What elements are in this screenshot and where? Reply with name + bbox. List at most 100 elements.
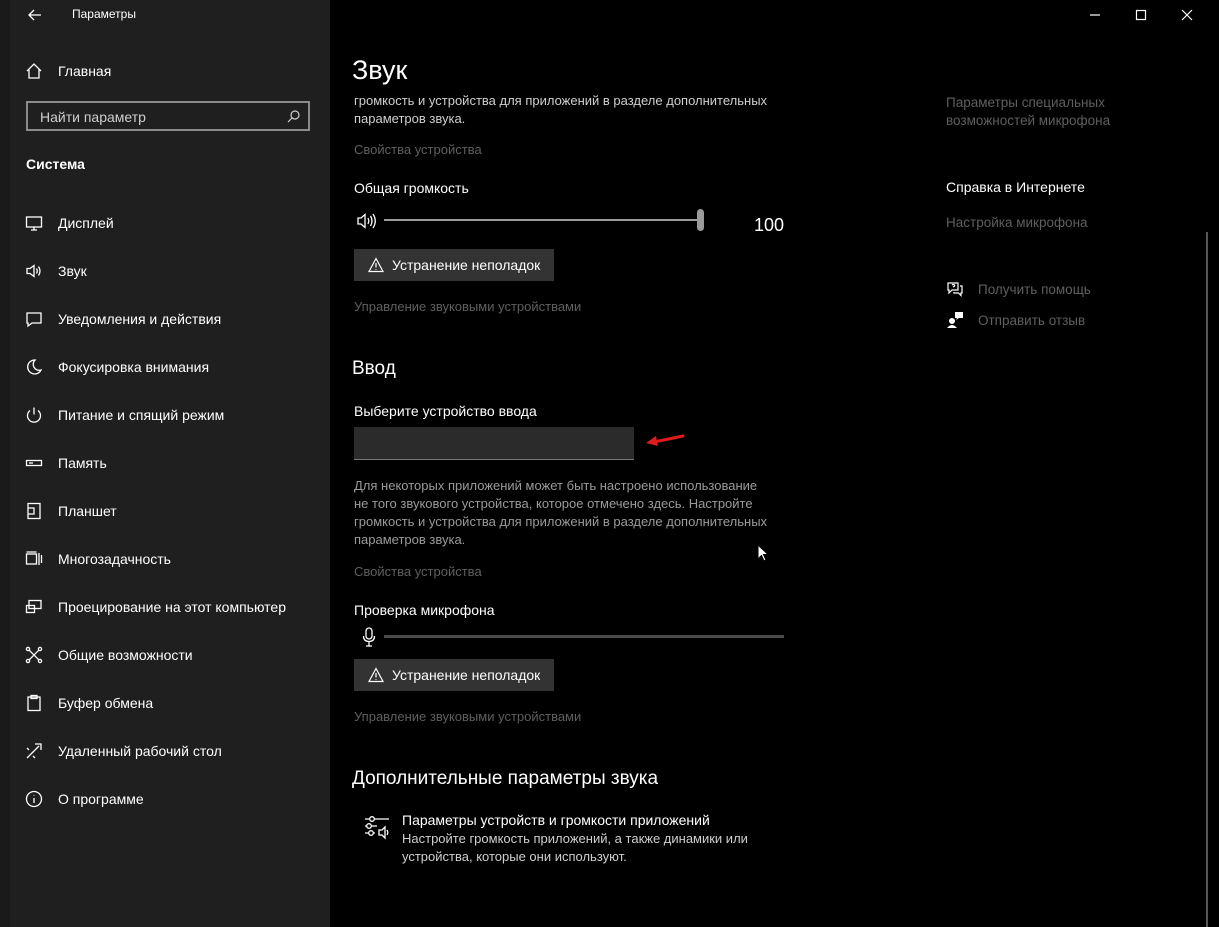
minimize-icon [1090,14,1100,16]
sidebar-item-shared[interactable]: Общие возможности [24,640,324,670]
sidebar-item-label: Буфер обмена [58,695,154,711]
app-volume-settings[interactable]: Параметры устройств и громкости приложен… [364,810,784,870]
mic-test-label: Проверка микрофона [354,602,495,618]
sidebar-item-label: Фокусировка внимания [58,359,210,375]
shared-icon [24,645,44,665]
mouse-cursor [757,543,770,567]
sidebar-item-projecting[interactable]: Проецирование на этот компьютер [24,592,324,622]
clipboard-icon [24,693,44,713]
search-box[interactable] [26,101,310,131]
scrollbar[interactable] [1206,232,1208,927]
speaker-icon [24,261,44,281]
sidebar-item-label: Многозадачность [58,551,171,567]
notification-icon [24,309,44,329]
remote-desktop-icon [24,741,44,761]
output-manage-devices-link[interactable]: Управление звуковыми устройствами [354,298,581,316]
volume-slider-thumb[interactable] [697,209,704,231]
sidebar-item-label: Планшет [58,503,117,519]
input-description: Для некоторых приложений может быть наст… [354,477,767,549]
close-button[interactable] [1164,0,1210,30]
section-title: Система [26,156,85,172]
nav-home[interactable]: Главная [24,56,324,86]
volume-slider-track[interactable] [384,219,700,221]
storage-icon [24,453,44,473]
input-manage-devices-link[interactable]: Управление звуковыми устройствами [354,708,581,726]
input-troubleshoot-button[interactable]: Устранение неполадок [354,659,554,691]
back-button[interactable] [20,0,50,30]
output-description: громкость и устройства для приложений в … [354,92,767,128]
sidebar-item-focus[interactable]: Фокусировка внимания [24,352,324,382]
sidebar-item-label: Дисплей [58,215,114,231]
sidebar-item-multitasking[interactable]: Многозадачность [24,544,324,574]
sidebar-item-power[interactable]: Питание и спящий режим [24,400,324,430]
volume-value: 100 [754,215,785,235]
app-volume-desc-line: устройства, которые они используют. [402,849,627,864]
sidebar-item-label: О программе [58,791,144,807]
sidebar-item-remote-desktop[interactable]: Удаленный рабочий стол [24,736,324,766]
sidebar-item-display[interactable]: Дисплей [24,208,324,238]
window-title: Параметры [72,7,136,21]
warning-icon [368,667,384,683]
input-device-label: Выберите устройство ввода [354,403,537,419]
input-device-properties-link[interactable]: Свойства устройства [354,563,482,581]
input-troubleshoot-label: Устранение неполадок [392,667,541,683]
maximize-button[interactable] [1118,0,1164,30]
app-volume-title: Параметры устройств и громкости приложен… [402,812,710,828]
search-input[interactable] [38,108,282,126]
sidebar-item-tablet[interactable]: Планшет [24,496,324,526]
sidebar-item-label: Память [58,455,107,471]
nav-home-label: Главная [58,63,112,79]
advanced-heading: Дополнительные параметры звука [352,768,659,789]
close-icon [1181,9,1193,21]
input-desc-line: параметров звука. [354,532,466,547]
app-volume-desc: Настройте громкость приложений, а также … [402,830,748,866]
output-troubleshoot-label: Устранение неполадок [392,257,541,273]
mic-accessibility-line: Параметры специальных [946,95,1105,110]
output-device-properties-link[interactable]: Свойства устройства [354,141,482,159]
sidebar-item-storage[interactable]: Память [24,448,324,478]
info-icon [24,789,44,809]
maximize-icon [1135,9,1147,21]
tablet-icon [24,501,44,521]
volume-speaker-icon[interactable] [357,212,379,235]
feedback-icon [947,312,963,328]
mic-setup-link[interactable]: Настройка микрофона [946,214,1088,232]
sidebar-item-label: Звук [58,263,87,279]
help-chat-icon [947,282,963,297]
sidebar-item-about[interactable]: О программе [24,784,324,814]
output-troubleshoot-button[interactable]: Устранение неполадок [354,249,554,281]
help-heading: Справка в Интернете [946,179,1085,195]
sidebar-item-clipboard[interactable]: Буфер обмена [24,688,324,718]
sidebar-item-sound[interactable]: Звук [24,256,324,286]
sidebar-item-label: Питание и спящий режим [58,407,225,423]
input-desc-line: не того звукового устройства, которое от… [354,496,753,511]
microphone-icon [362,627,376,652]
app-volume-desc-line: Настройте громкость приложений, а также … [402,831,748,846]
sidebar-item-label: Проецирование на этот компьютер [58,599,286,615]
sidebar-item-notifications[interactable]: Уведомления и действия [24,304,324,334]
mic-accessibility-line: возможностей микрофона [946,113,1111,128]
input-desc-line: громкость и устройства для приложений в … [354,514,768,529]
output-desc-line: параметров звука. [354,111,466,126]
input-heading: Ввод [352,358,396,379]
multitask-icon [24,549,44,569]
sidebar: Параметры Главная Система Дисплей Звук У… [0,0,330,927]
get-help-label: Получить помощь [978,281,1091,297]
monitor-icon [24,213,44,233]
minimize-button[interactable] [1072,0,1118,30]
search-icon [287,110,300,123]
mic-level-bar [384,635,784,638]
project-icon [24,597,44,617]
arrow-left-icon [28,9,41,21]
send-feedback-label: Отправить отзыв [978,312,1086,328]
send-feedback-link[interactable]: Отправить отзыв [946,311,1085,329]
master-volume-label: Общая громкость [354,180,469,196]
sidebar-item-label: Удаленный рабочий стол [58,743,222,759]
input-device-select[interactable] [354,427,634,460]
power-icon [24,405,44,425]
home-icon [24,61,44,81]
get-help-link[interactable]: Получить помощь [946,280,1091,298]
sidebar-item-label: Уведомления и действия [58,311,222,327]
sidebar-item-label: Общие возможности [58,647,193,663]
mic-accessibility-link[interactable]: Параметры специальных возможностей микро… [946,94,1110,130]
